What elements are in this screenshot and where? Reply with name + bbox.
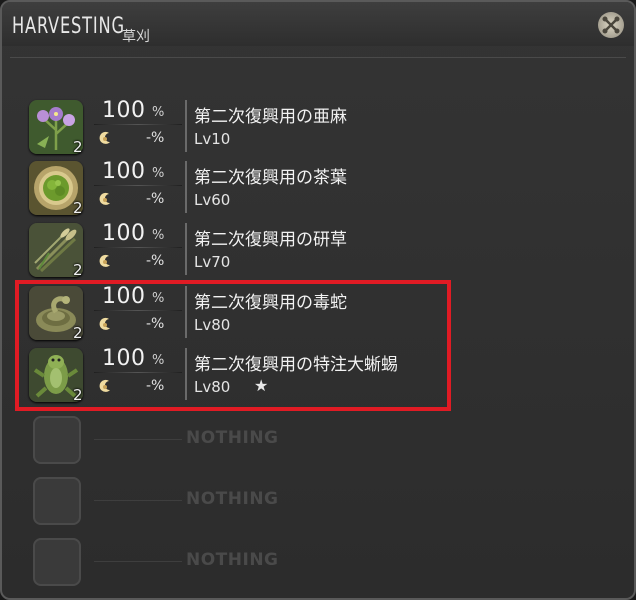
stat-divider	[94, 185, 182, 186]
empty-slot-label: NOTHING	[186, 550, 279, 570]
gathering-chance: 100	[102, 159, 146, 184]
item-name: 第二次復興用の亜麻	[194, 107, 347, 127]
column-separator	[185, 223, 187, 275]
chance-unit: %	[152, 105, 165, 120]
item-name: 第二次復興用の茶葉	[194, 168, 347, 188]
highlight-box	[15, 280, 451, 411]
empty-icon-frame	[33, 416, 81, 464]
item-name: 第二次復興用の研草	[194, 230, 347, 250]
empty-icon-frame	[33, 538, 81, 586]
close-button[interactable]	[598, 12, 624, 38]
item-quantity: 2	[73, 138, 83, 156]
empty-divider	[94, 500, 182, 501]
item-level: Lv10	[194, 130, 231, 148]
gathering-chance: 100	[102, 221, 146, 246]
hq-chance-icon	[99, 254, 110, 267]
empty-slot-label: NOTHING	[186, 428, 279, 448]
stat-divider	[94, 247, 182, 248]
title-divider	[10, 57, 626, 58]
title-bar[interactable]: HARVESTING 草刈	[2, 2, 634, 46]
hq-chance: -%	[146, 191, 165, 207]
empty-slot: NOTHING	[2, 538, 634, 598]
gathering-chance: 100	[102, 98, 146, 123]
hq-chance: -%	[146, 253, 165, 269]
chance-unit: %	[152, 228, 165, 243]
empty-slot-label: NOTHING	[186, 489, 279, 509]
empty-divider	[94, 439, 182, 440]
column-separator	[185, 100, 187, 152]
item-quantity: 2	[73, 199, 83, 217]
stat-divider	[94, 124, 182, 125]
item-level: Lv60	[194, 191, 231, 209]
empty-icon-frame	[33, 477, 81, 525]
item-level: Lv70	[194, 253, 231, 271]
crossed-tools-icon	[602, 16, 620, 34]
gathering-slot[interactable]: 2 100 % -% 第二次復興用の研草 Lv70	[2, 221, 634, 283]
hq-chance-icon	[99, 131, 110, 144]
window-subtitle: 草刈	[122, 29, 150, 45]
empty-slot: NOTHING	[2, 416, 634, 476]
item-quantity: 2	[73, 261, 83, 279]
window-title: HARVESTING	[12, 14, 125, 39]
chance-unit: %	[152, 166, 165, 181]
empty-divider	[94, 561, 182, 562]
harvesting-window: HARVESTING 草刈 2 100 % -% 第二次復興用の亜麻 Lv10 …	[0, 0, 636, 600]
gathering-slot[interactable]: 2 100 % -% 第二次復興用の亜麻 Lv10	[2, 98, 634, 160]
column-separator	[185, 161, 187, 213]
hq-chance: -%	[146, 130, 165, 146]
empty-slot: NOTHING	[2, 477, 634, 537]
gathering-slot[interactable]: 2 100 % -% 第二次復興用の茶葉 Lv60	[2, 159, 634, 221]
hq-chance-icon	[99, 192, 110, 205]
